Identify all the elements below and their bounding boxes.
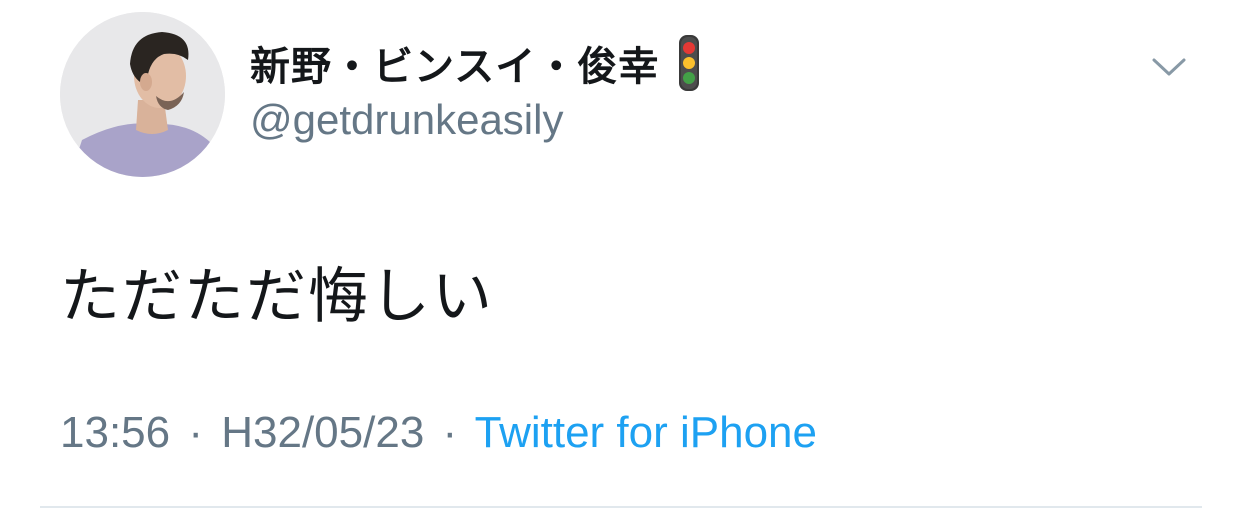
tweet-time[interactable]: 13:56 — [60, 408, 170, 457]
tweet-source-link[interactable]: Twitter for iPhone — [475, 408, 817, 457]
avatar-photo — [60, 12, 225, 177]
meta-separator: · — [188, 408, 203, 457]
user-handle[interactable]: @getdrunkeasily — [250, 96, 705, 144]
chevron-down-icon[interactable] — [1150, 52, 1188, 82]
tweet-text: ただただ悔しい — [60, 262, 494, 332]
display-name[interactable]: 新野・ビンスイ・俊幸 — [250, 34, 659, 92]
divider — [40, 506, 1202, 508]
tweet-card: 新野・ビンスイ・俊幸 @getdrunkeasily ただただ悔しい 13:56… — [0, 0, 1242, 526]
avatar[interactable] — [60, 12, 225, 177]
meta-separator: · — [442, 408, 458, 457]
display-name-row: 新野・ビンスイ・俊幸 — [250, 30, 705, 96]
author-names: 新野・ビンスイ・俊幸 @getdrunkeasily — [250, 30, 705, 144]
tweet-meta: 13:56 · H32/05/23 · Twitter for iPhone — [60, 408, 817, 458]
tweet-date[interactable]: H32/05/23 — [221, 408, 424, 457]
vertical-traffic-light-icon — [673, 32, 705, 94]
